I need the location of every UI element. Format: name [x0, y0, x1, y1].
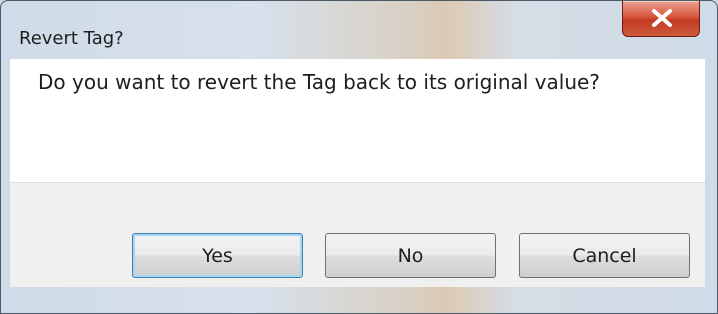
no-button[interactable]: No — [325, 233, 496, 278]
dialog-message: Do you want to revert the Tag back to it… — [38, 70, 600, 94]
close-icon — [652, 9, 672, 27]
title-bar[interactable]: Revert Tag? — [1, 1, 717, 51]
close-button[interactable] — [622, 1, 700, 37]
cancel-button[interactable]: Cancel — [519, 233, 690, 278]
yes-button[interactable]: Yes — [132, 233, 303, 278]
dialog-title: Revert Tag? — [19, 28, 124, 49]
